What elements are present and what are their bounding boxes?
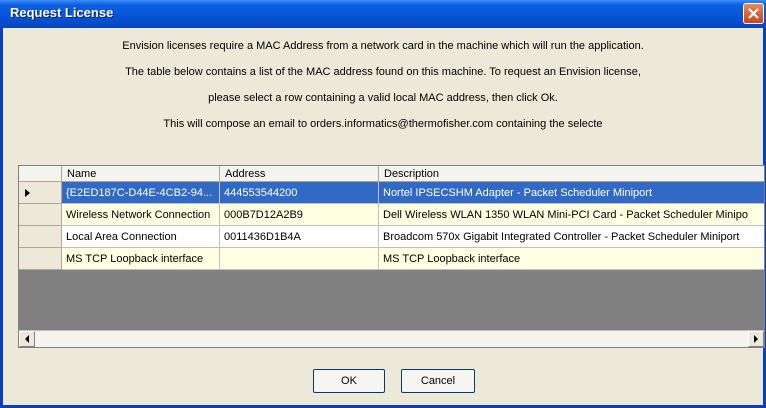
close-icon <box>748 8 759 19</box>
cell-name[interactable]: {E2ED187C-D44E-4CB2-94... <box>62 182 220 204</box>
table-row[interactable]: Wireless Network Connection 000B7D12A2B9… <box>19 204 764 226</box>
cell-name[interactable]: Wireless Network Connection <box>62 204 220 226</box>
cell-name[interactable]: Local Area Connection <box>62 226 220 248</box>
window-title: Request License <box>10 5 114 20</box>
scroll-right-button[interactable] <box>748 331 764 347</box>
row-header-corner <box>19 166 62 182</box>
table-row[interactable]: Local Area Connection 0011436D1B4A Broad… <box>19 226 764 248</box>
mac-address-grid[interactable]: Name Address Description {E2ED187C-D44E-… <box>18 165 765 348</box>
cell-address[interactable]: 444553544200 <box>220 182 379 204</box>
title-bar[interactable]: Request License <box>0 0 766 28</box>
row-selector[interactable] <box>19 204 62 226</box>
cell-description[interactable]: Nortel IPSECSHM Adapter - Packet Schedul… <box>379 182 764 204</box>
close-button[interactable] <box>743 3 764 24</box>
cell-description[interactable]: Broadcom 570x Gigabit Integrated Control… <box>379 226 764 248</box>
column-header-description[interactable]: Description <box>379 166 764 182</box>
row-selector[interactable] <box>19 248 62 270</box>
table-row[interactable]: {E2ED187C-D44E-4CB2-94... 444553544200 N… <box>19 182 764 204</box>
cell-description[interactable]: Dell Wireless WLAN 1350 WLAN Mini-PCI Ca… <box>379 204 764 226</box>
message-line-3: please select a row containing a valid l… <box>208 92 558 104</box>
cancel-button[interactable]: Cancel <box>401 369 475 393</box>
horizontal-scrollbar[interactable] <box>19 330 764 347</box>
table-row[interactable]: MS TCP Loopback interface MS TCP Loopbac… <box>19 248 764 270</box>
request-license-dialog: Request License Envision licenses requir… <box>0 0 766 408</box>
row-pointer-icon <box>25 189 30 197</box>
arrow-right-icon <box>754 335 758 343</box>
message-line-1: Envision licenses require a MAC Address … <box>122 40 644 52</box>
cell-address[interactable]: 0011436D1B4A <box>220 226 379 248</box>
column-header-name[interactable]: Name <box>62 166 220 182</box>
column-header-address[interactable]: Address <box>220 166 379 182</box>
grid-header: Name Address Description <box>19 166 764 182</box>
row-selector[interactable] <box>19 226 62 248</box>
scroll-left-button[interactable] <box>19 331 35 347</box>
arrow-left-icon <box>25 335 29 343</box>
message-line-4: This will compose an email to orders.inf… <box>163 118 603 130</box>
cell-description[interactable]: MS TCP Loopback interface <box>379 248 764 270</box>
cell-address[interactable] <box>220 248 379 270</box>
ok-button[interactable]: OK <box>313 369 385 393</box>
row-selector[interactable] <box>19 182 62 204</box>
cell-address[interactable]: 000B7D12A2B9 <box>220 204 379 226</box>
cell-name[interactable]: MS TCP Loopback interface <box>62 248 220 270</box>
message-line-2: The table below contains a list of the M… <box>125 66 641 78</box>
